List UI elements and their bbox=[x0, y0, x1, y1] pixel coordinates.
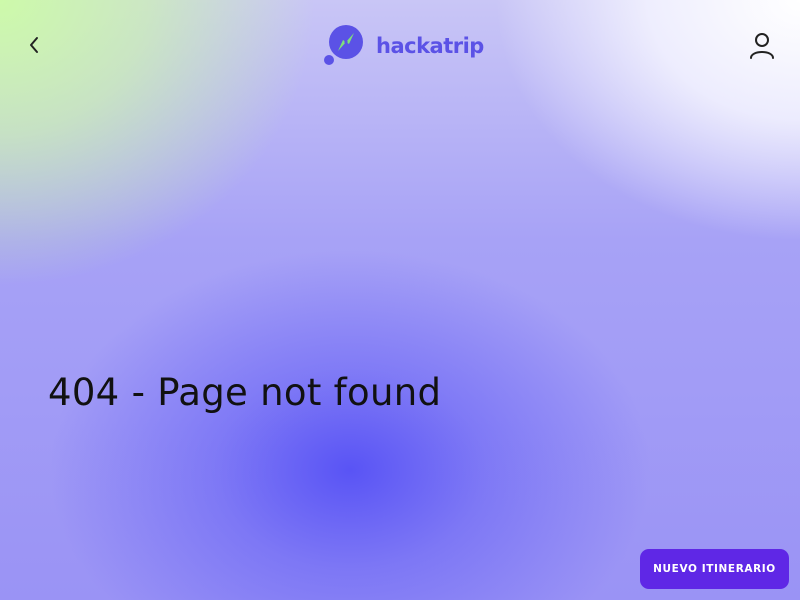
compass-icon bbox=[322, 24, 368, 68]
logo-text: hackatrip bbox=[376, 34, 484, 58]
user-profile-button[interactable] bbox=[746, 30, 778, 62]
page-title: 404 - Page not found bbox=[48, 371, 442, 414]
user-icon bbox=[750, 33, 774, 59]
new-itinerary-button[interactable]: NUEVO ITINERARIO bbox=[640, 549, 789, 589]
logo[interactable]: hackatrip bbox=[322, 24, 484, 68]
back-button[interactable] bbox=[22, 33, 46, 57]
chevron-left-icon bbox=[30, 37, 38, 53]
